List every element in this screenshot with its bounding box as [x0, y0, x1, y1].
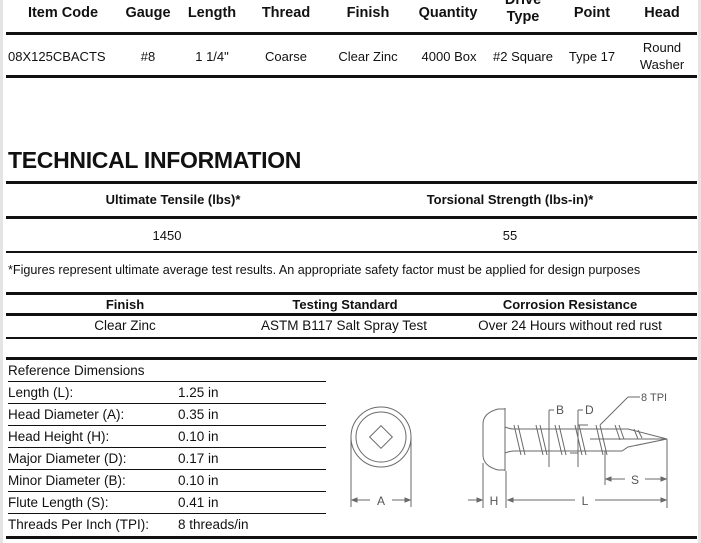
dimension-value: 1.25 in — [178, 385, 219, 400]
screw-side-view — [468, 396, 668, 508]
cell-head-line1: Round — [642, 40, 682, 55]
tech-top-rule — [6, 181, 697, 184]
technical-info-title: TECHNICAL INFORMATION — [8, 147, 302, 173]
dimension-label: Head Height (H): — [8, 429, 110, 444]
value-corrosion-resistance: Over 24 Hours without red rust — [478, 318, 662, 333]
dimension-label: Major Diameter (D): — [8, 451, 127, 466]
dimension-value: 0.41 in — [178, 495, 219, 510]
header-torsional-strength: Torsional Strength (lbs-in)* — [426, 192, 594, 207]
dim-label-tpi: 8 TPI — [641, 392, 667, 404]
dimension-row-length: Length (L): 1.25 in — [8, 382, 326, 404]
dim-label-h: H — [490, 494, 499, 508]
value-ultimate-tensile: 1450 — [152, 228, 182, 243]
header-corrosion-resistance: Corrosion Resistance — [502, 297, 638, 312]
header-item-code: Item Code — [27, 5, 99, 21]
finish-top-rule — [6, 292, 697, 295]
header-finish-2: Finish — [105, 297, 145, 312]
footnote: *Figures represent ultimate average test… — [8, 263, 641, 277]
dimension-label: Minor Diameter (B): — [8, 473, 126, 488]
cell-head-line2: Washer — [639, 57, 685, 72]
dimension-row-flute-length: Flute Length (S): 0.41 in — [8, 492, 326, 514]
cell-point: Type 17 — [568, 48, 616, 64]
square-drive-recess-icon — [368, 424, 394, 450]
dim-label-a: A — [377, 494, 385, 508]
reference-title: Reference Dimensions — [8, 363, 145, 378]
cell-length: 1 1/4" — [195, 48, 229, 64]
dimension-value: 0.35 in — [178, 407, 219, 422]
dim-label-d: D — [585, 403, 594, 417]
header-finish: Finish — [346, 5, 390, 21]
dimension-label: Threads Per Inch (TPI): — [8, 517, 150, 532]
header-head: Head — [644, 5, 680, 21]
product-header-rule — [6, 32, 697, 35]
dim-label-s: S — [631, 473, 639, 487]
value-torsional-strength: 55 — [502, 228, 518, 243]
header-testing-standard: Testing Standard — [292, 297, 398, 312]
value-finish: Clear Zinc — [94, 318, 156, 333]
header-drive-type-line1: Drive — [504, 0, 542, 8]
dimension-label: Flute Length (S): — [8, 495, 109, 510]
dim-label-b: B — [556, 403, 564, 417]
cell-finish: Clear Zinc — [338, 48, 398, 64]
product-bottom-rule — [6, 75, 697, 78]
cell-quantity: 4000 Box — [421, 48, 477, 64]
screw-head-top-view — [350, 406, 412, 507]
page-edge-left — [0, 0, 3, 543]
reference-title-row: Reference Dimensions — [8, 360, 326, 382]
dimension-value: 0.10 in — [178, 473, 219, 488]
cell-gauge: #8 — [140, 48, 156, 64]
screw-diagram: A H L S B D 8 TPI — [350, 392, 668, 508]
finish-bottom-rule — [6, 337, 697, 339]
dim-label-l: L — [582, 494, 589, 508]
header-gauge: Gauge — [125, 5, 171, 21]
value-testing-standard: ASTM B117 Salt Spray Test — [260, 318, 428, 333]
finish-header-rule — [6, 313, 697, 316]
header-drive-type-line2: Type — [506, 9, 540, 25]
dimension-value: 0.17 in — [178, 451, 219, 466]
tech-bottom-rule — [6, 251, 697, 253]
dimension-label: Length (L): — [8, 385, 74, 400]
dimension-row-head-diameter: Head Diameter (A): 0.35 in — [8, 404, 326, 426]
header-drive-type: Drive Type — [488, 0, 558, 26]
cell-thread: Coarse — [265, 48, 307, 64]
dimension-row-major-diameter: Major Diameter (D): 0.17 in — [8, 448, 326, 470]
cell-head: Round Washer — [628, 38, 696, 74]
header-length: Length — [187, 5, 237, 21]
dimension-value: 8 threads/in — [178, 517, 249, 532]
header-quantity: Quantity — [418, 5, 478, 21]
cell-item-code: 08X125CBACTS — [8, 48, 106, 64]
dimension-row-head-height: Head Height (H): 0.10 in — [8, 426, 326, 448]
header-thread: Thread — [261, 5, 311, 21]
dimension-row-minor-diameter: Minor Diameter (B): 0.10 in — [8, 470, 326, 492]
tech-header-rule — [6, 216, 697, 219]
dimension-value: 0.10 in — [178, 429, 219, 444]
cell-drive-type: #2 Square — [493, 48, 553, 64]
reference-bottom-rule — [6, 536, 697, 539]
header-ultimate-tensile: Ultimate Tensile (lbs)* — [105, 192, 241, 207]
dimension-row-tpi: Threads Per Inch (TPI): 8 threads/in — [8, 514, 326, 536]
header-point: Point — [573, 5, 611, 21]
dimension-label: Head Diameter (A): — [8, 407, 125, 422]
